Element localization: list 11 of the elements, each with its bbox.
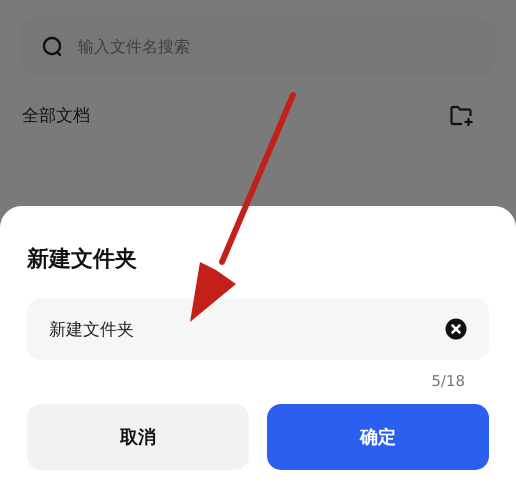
cancel-button[interactable]: 取消 bbox=[27, 404, 249, 470]
folder-name-value: 新建文件夹 bbox=[49, 318, 135, 340]
new-folder-icon[interactable] bbox=[450, 104, 474, 126]
character-counter: 5/18 bbox=[431, 372, 465, 390]
clear-icon[interactable] bbox=[445, 318, 467, 340]
section-title: 全部文档 bbox=[22, 105, 90, 127]
folder-name-field[interactable]: 新建文件夹 bbox=[27, 298, 489, 360]
search-placeholder: 输入文件名搜索 bbox=[78, 36, 190, 58]
dialog-title: 新建文件夹 bbox=[27, 246, 138, 274]
search-icon bbox=[42, 36, 64, 58]
confirm-button[interactable]: 确定 bbox=[267, 404, 489, 470]
